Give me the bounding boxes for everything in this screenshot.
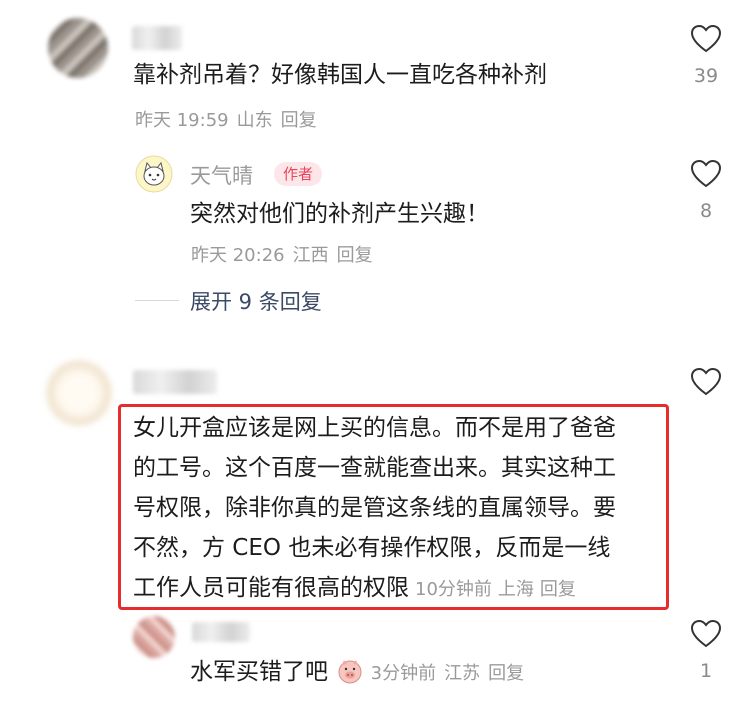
reply-meta: 昨天 20:26 江西 回复 <box>191 241 381 267</box>
reply-text: 突然对他们的补剂产生兴趣！ <box>190 201 489 227</box>
reply-text: 水军买错了吧 <box>190 659 328 685</box>
comment-line: 的工号。这个百度一查就能查出来。其实这种工 <box>133 455 616 481</box>
author-avatar-cat-icon[interactable] <box>135 155 173 193</box>
avatar[interactable] <box>133 616 175 658</box>
heart-icon[interactable] <box>691 620 721 648</box>
commenter-name[interactable] <box>133 370 217 394</box>
reply-link[interactable]: 回复 <box>281 110 317 131</box>
reply-link[interactable]: 回复 <box>488 663 524 684</box>
reply-time: 昨天 20:26 <box>191 245 285 266</box>
heart-icon[interactable] <box>691 160 721 188</box>
comment-line: 不然，方 CEO 也未必有操作权限，反而是一线 <box>133 535 611 561</box>
reply-time: 3分钟前 <box>370 663 437 684</box>
heart-icon[interactable] <box>691 368 721 396</box>
comment-text: 靠补剂吊着？好像韩国人一直吃各种补剂 <box>133 62 547 88</box>
like-count: 8 <box>699 200 713 222</box>
comment-location: 上海 <box>497 579 534 600</box>
heart-icon[interactable] <box>691 25 721 53</box>
author-name[interactable]: 天气晴 <box>190 160 253 190</box>
pig-face-emoji-icon <box>338 660 362 684</box>
expand-replies-button[interactable]: 展开 9 条回复 <box>190 286 322 316</box>
comment-line: 女儿开盒应该是网上买的信息。而不是用了爸爸 <box>133 415 616 441</box>
comment-time: 昨天 19:59 <box>135 110 229 131</box>
reply-link[interactable]: 回复 <box>337 245 373 266</box>
comment-meta: 10分钟前 上海 回复 <box>409 579 576 600</box>
expand-divider <box>135 300 179 301</box>
like-count: 1 <box>699 660 713 682</box>
reply-text-row: 水军买错了吧 3分钟前 江苏 回复 <box>190 655 532 691</box>
comment-time: 10分钟前 <box>415 579 492 600</box>
commenter-name[interactable] <box>192 622 250 642</box>
avatar[interactable] <box>46 360 112 426</box>
reply-link[interactable]: 回复 <box>540 579 576 600</box>
comment-line: 工作人员可能有很高的权限 <box>133 575 409 601</box>
avatar[interactable] <box>48 18 108 78</box>
comment-meta: 昨天 19:59 山东 回复 <box>135 106 325 132</box>
comment-last-line: 工作人员可能有很高的权限 10分钟前 上海 回复 <box>133 568 616 610</box>
comment-body: 女儿开盒应该是网上买的信息。而不是用了爸爸 的工号。这个百度一查就能查出来。其实… <box>133 408 616 610</box>
reply-meta: 3分钟前 江苏 回复 <box>371 663 532 684</box>
commenter-name[interactable] <box>132 26 182 50</box>
like-count: 39 <box>693 65 719 87</box>
reply-location: 江苏 <box>444 663 481 684</box>
author-badge: 作者 <box>274 162 323 186</box>
comment-line: 号权限，除非你真的是管这条线的直属领导。要 <box>133 495 616 521</box>
reply-location: 江西 <box>292 245 329 266</box>
comment-location: 山东 <box>236 110 273 131</box>
